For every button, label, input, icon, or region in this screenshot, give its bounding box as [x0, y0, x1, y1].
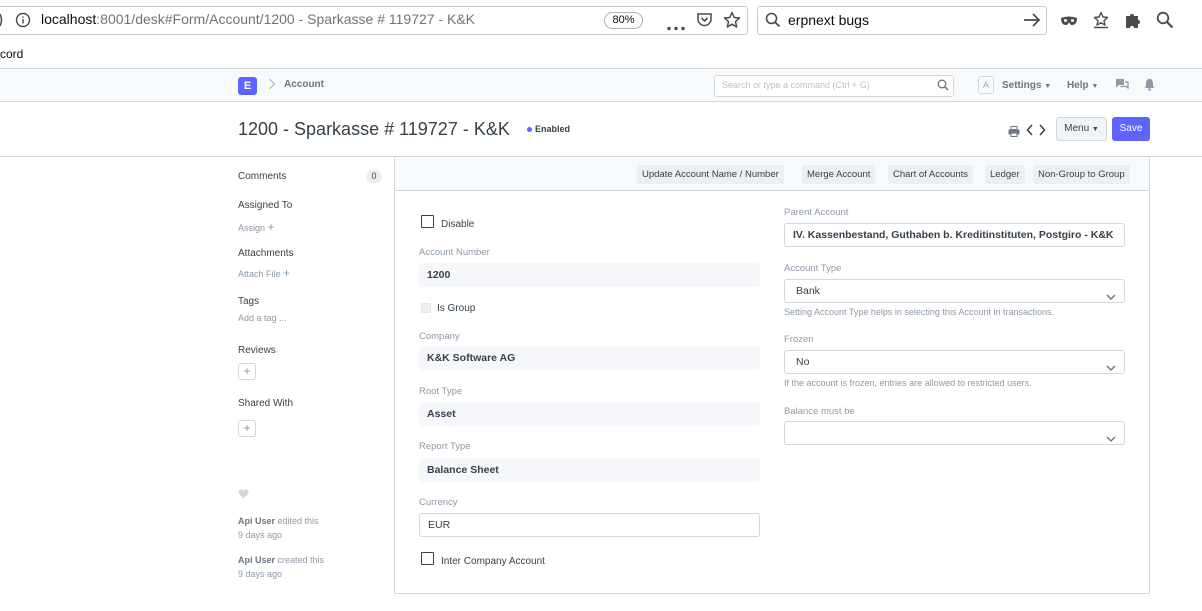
plus-icon: +: [283, 266, 291, 280]
notification-bell-icon[interactable]: [1144, 78, 1155, 96]
disable-checkbox[interactable]: [421, 215, 434, 228]
account-number-label: Account Number: [419, 247, 490, 258]
is-group-label: Is Group: [437, 303, 476, 314]
chart-of-accounts-button[interactable]: Chart of Accounts: [888, 165, 973, 184]
save-button[interactable]: Save: [1112, 117, 1150, 141]
currency-input[interactable]: EUR: [419, 513, 760, 537]
user-avatar[interactable]: A: [978, 76, 994, 94]
info-icon[interactable]: [15, 12, 31, 33]
status-indicator: Enabled: [527, 124, 570, 134]
plus-icon: +: [267, 220, 275, 234]
assigned-to-label: Assigned To: [238, 200, 293, 211]
is-group-checkbox: [421, 303, 431, 313]
root-type-label: Root Type: [419, 386, 463, 397]
account-type-select[interactable]: Bank: [784, 279, 1125, 303]
caret-down-icon: ▼: [1091, 126, 1099, 133]
timeline-time: 9 days ago: [238, 569, 283, 579]
chevron-down-icon: [1106, 287, 1116, 309]
company-field: K&K Software AG: [419, 346, 760, 370]
report-type-label: Report Type: [419, 441, 471, 452]
settings-menu[interactable]: Settings ▼: [1002, 80, 1051, 91]
print-icon[interactable]: [1008, 124, 1020, 142]
chat-icon[interactable]: [1115, 78, 1129, 96]
chevron-down-icon: [1106, 429, 1116, 451]
like-heart-icon[interactable]: [238, 486, 249, 504]
assign-link[interactable]: Assign +: [238, 220, 275, 234]
account-type-help: Setting Account Type helps in selecting …: [784, 307, 1054, 317]
parent-account-input[interactable]: IV. Kassenbestand, Guthaben b. Kreditins…: [784, 223, 1125, 247]
root-type-field: Asset: [419, 402, 760, 426]
account-type-label: Account Type: [784, 263, 842, 274]
balance-must-be-select[interactable]: [784, 421, 1125, 445]
update-account-name-button[interactable]: Update Account Name / Number: [637, 165, 784, 184]
company-label: Company: [419, 331, 460, 342]
frozen-select[interactable]: No: [784, 350, 1125, 374]
caret-down-icon: ▼: [1091, 83, 1099, 90]
shared-with-label: Shared With: [238, 398, 294, 409]
breadcrumb-chevron-icon: [268, 78, 276, 93]
search-icon: [765, 12, 781, 33]
library-star-icon[interactable]: [1092, 11, 1110, 34]
chevron-down-icon: [1106, 358, 1116, 380]
add-review-button[interactable]: +: [238, 363, 256, 380]
page-actions-icon[interactable]: [667, 18, 685, 36]
url-text[interactable]: localhost:8001/desk#Form/Account/1200 - …: [41, 11, 475, 27]
currency-label: Currency: [419, 497, 458, 508]
caret-down-icon: ▼: [1044, 83, 1052, 90]
comments-count-badge: 0: [366, 170, 382, 183]
browser-search-text[interactable]: erpnext bugs: [788, 12, 869, 28]
reviews-label: Reviews: [238, 345, 276, 356]
comments-label[interactable]: Comments: [238, 171, 286, 182]
frozen-label: Frozen: [784, 334, 814, 345]
attachments-label: Attachments: [238, 248, 294, 259]
inter-company-label: Inter Company Account: [441, 556, 545, 567]
app-logo[interactable]: E: [238, 77, 257, 95]
merge-account-button[interactable]: Merge Account: [802, 165, 876, 184]
bookmark-item[interactable]: cord: [0, 47, 23, 61]
pocket-icon[interactable]: [696, 12, 713, 33]
magnifier-icon[interactable]: [1156, 11, 1174, 34]
balance-must-be-label: Balance must be: [784, 406, 855, 417]
parent-account-label: Parent Account: [784, 207, 849, 218]
disable-label: Disable: [441, 219, 475, 230]
prev-doc-icon[interactable]: [1026, 123, 1033, 141]
awesomebar-placeholder: Search or type a command (Ctrl + G): [722, 80, 870, 90]
tags-label: Tags: [238, 296, 260, 307]
timeline-time: 9 days ago: [238, 530, 283, 540]
attach-file-link[interactable]: Attach File +: [238, 266, 290, 280]
timeline-item: Api User created this: [238, 555, 325, 565]
bookmark-star-icon[interactable]: [723, 11, 741, 34]
go-arrow-icon[interactable]: [1023, 12, 1041, 33]
search-icon: [937, 78, 949, 96]
page-title: 1200 - Sparkasse # 119727 - K&K: [238, 119, 510, 139]
extension-puzzle-icon[interactable]: [1124, 11, 1142, 34]
report-type-field: Balance Sheet: [419, 458, 760, 482]
status-dot: [527, 127, 532, 133]
account-number-field[interactable]: 1200: [419, 263, 760, 287]
zoom-level-badge[interactable]: 80%: [604, 12, 643, 29]
lock-edge-icon: [0, 13, 4, 32]
timeline-item: Api User edited this: [238, 516, 319, 526]
add-share-button[interactable]: +: [238, 420, 256, 437]
ledger-button[interactable]: Ledger: [985, 165, 1025, 184]
help-menu[interactable]: Help ▼: [1067, 80, 1098, 91]
add-tag-link[interactable]: Add a tag ...: [238, 313, 287, 323]
frozen-help: If the account is frozen, entries are al…: [784, 378, 1032, 388]
private-mask-icon[interactable]: [1060, 14, 1078, 32]
inter-company-checkbox[interactable]: [421, 552, 434, 565]
menu-button[interactable]: Menu ▼: [1056, 117, 1107, 141]
breadcrumb-account[interactable]: Account: [284, 79, 324, 90]
non-group-to-group-button[interactable]: Non-Group to Group: [1033, 165, 1130, 184]
next-doc-icon[interactable]: [1039, 123, 1046, 141]
